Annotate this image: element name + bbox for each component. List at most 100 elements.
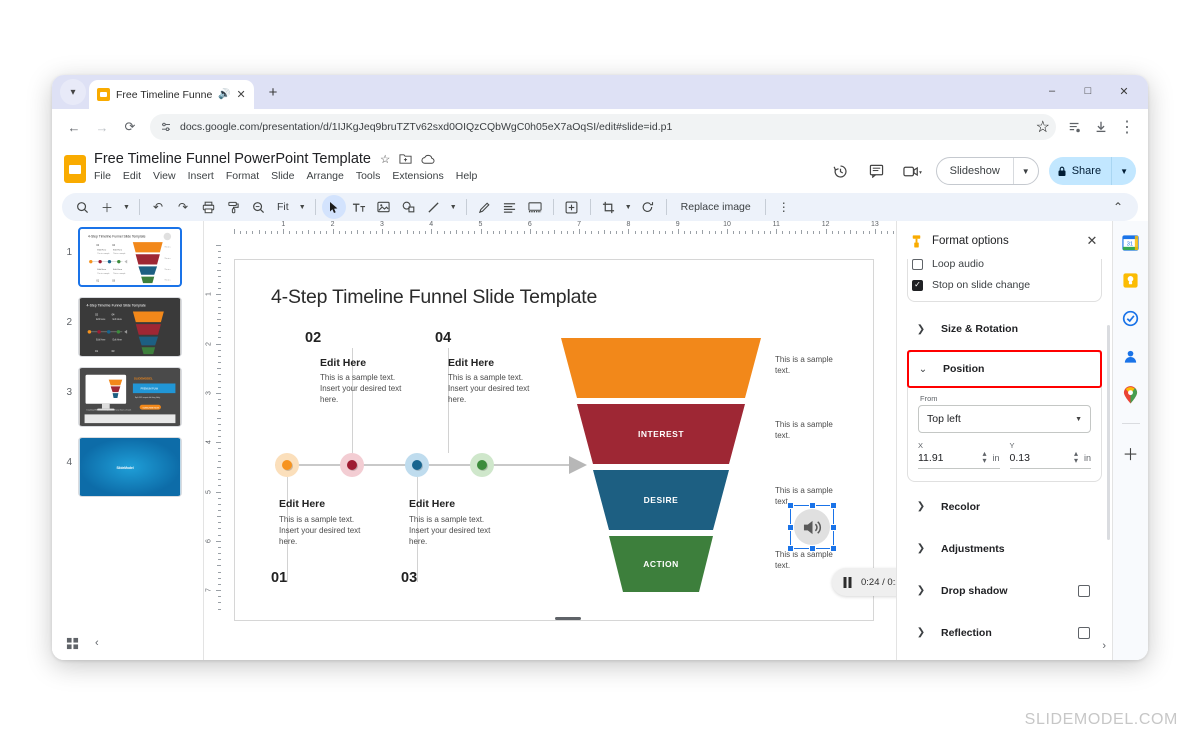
document-title[interactable]: Free Timeline Funnel PowerPoint Template <box>94 151 371 167</box>
section-adjustments[interactable]: ❯ Adjustments <box>907 532 1102 566</box>
insert-line-icon[interactable] <box>422 195 446 219</box>
new-slide-icon[interactable]: ＋ <box>95 195 119 219</box>
grid-view-icon[interactable] <box>66 637 79 650</box>
funnel-stage-2[interactable]: INTEREST <box>561 404 761 464</box>
loop-audio-checkbox[interactable] <box>912 259 923 270</box>
slide-thumbnail[interactable]: 4-Step Timeline Funnel Slide Template 02… <box>78 227 182 287</box>
pause-icon[interactable] <box>843 576 852 588</box>
meet-camera-icon[interactable]: ▾ <box>900 158 926 184</box>
resize-handle-w[interactable] <box>787 523 794 531</box>
keep-icon[interactable] <box>1121 271 1140 290</box>
share-caret-down-icon[interactable]: ▼ <box>1112 167 1136 176</box>
y-stepper-icon[interactable]: ▴ ▾ <box>1074 450 1078 465</box>
vertical-ruler[interactable]: 1 2 3 4 5 6 7 <box>204 235 222 660</box>
resize-handle-e[interactable] <box>830 523 837 531</box>
mask-image-icon[interactable] <box>636 195 660 219</box>
crop-icon[interactable] <box>597 195 621 219</box>
timeline-heading-03[interactable]: Edit Here <box>409 498 455 510</box>
section-drop-shadow[interactable]: ❯ Drop shadow <box>907 574 1102 608</box>
slide-canvas[interactable]: 4-Step Timeline Funnel Slide Template 02… <box>234 259 874 621</box>
panel-scrollbar[interactable] <box>1107 325 1110 540</box>
bookmark-star-icon[interactable]: ☆ <box>1036 117 1050 137</box>
timeline-body-04[interactable]: This is a sample text. Insert your desir… <box>448 373 544 405</box>
filmstrip-slide-2[interactable]: 2 4-Step Timeline Funnel Slide Template … <box>56 297 203 357</box>
timeline-dot-4[interactable] <box>470 453 494 477</box>
loop-audio-row[interactable]: Loop audio <box>908 259 1101 273</box>
window-maximize-button[interactable]: □ <box>1070 78 1106 104</box>
redo-icon[interactable]: ↷ <box>171 195 195 219</box>
menu-format[interactable]: Format <box>226 170 259 182</box>
reading-list-icon[interactable] <box>1062 114 1088 140</box>
new-tab-button[interactable]: + <box>260 79 286 105</box>
tab-audio-speaker-icon[interactable]: 🔊 <box>218 89 230 100</box>
transition-icon[interactable] <box>523 195 547 219</box>
add-app-icon[interactable]: ＋ <box>1121 443 1140 464</box>
funnel-caption-1[interactable]: This is a sample text. <box>775 355 837 377</box>
stop-on-slide-change-checkbox[interactable] <box>912 279 923 291</box>
x-value[interactable]: 11.91 <box>918 452 976 464</box>
menu-slide[interactable]: Slide <box>271 170 294 182</box>
format-panel-body[interactable]: Loop audio Stop on slide change ❯ Size &… <box>897 259 1112 660</box>
menu-tools[interactable]: Tools <box>356 170 381 182</box>
timeline-body-01[interactable]: This is a sample text. Insert your desir… <box>279 515 375 547</box>
select-cursor-icon[interactable] <box>321 195 346 219</box>
timeline-dot-3[interactable] <box>405 453 429 477</box>
funnel-stage-1[interactable] <box>561 338 761 398</box>
tasks-icon[interactable] <box>1121 309 1140 328</box>
pen-icon[interactable] <box>473 195 497 219</box>
more-options-icon[interactable]: ⋮ <box>772 195 796 219</box>
star-icon[interactable]: ☆ <box>380 152 390 166</box>
close-icon[interactable]: ✕ <box>1082 231 1102 251</box>
caret-down-icon[interactable]: ▼ <box>1075 416 1082 423</box>
resize-handle-s[interactable] <box>808 545 816 552</box>
forward-button[interactable]: → <box>88 113 116 141</box>
align-icon[interactable] <box>498 195 522 219</box>
menu-arrange[interactable]: Arrange <box>306 170 343 182</box>
menu-edit[interactable]: Edit <box>123 170 141 182</box>
browser-tab[interactable]: Free Timeline Funnel Power 🔊 ✕ <box>89 80 254 109</box>
menu-view[interactable]: View <box>153 170 176 182</box>
filmstrip-slide-3[interactable]: 3 SLIDEMODEL PREMIUM PLAN Split 50% expe… <box>56 367 203 427</box>
paint-format-icon[interactable] <box>221 195 245 219</box>
timeline-heading-04[interactable]: Edit Here <box>448 357 494 369</box>
address-bar[interactable]: docs.google.com/presentation/d/1IJKgJeq9… <box>150 114 1056 140</box>
undo-icon[interactable]: ↶ <box>146 195 170 219</box>
x-stepper-icon[interactable]: ▴ ▾ <box>982 450 986 465</box>
slide-thumbnail[interactable]: 4-Step Timeline Funnel Slide Template 02… <box>78 297 182 357</box>
zoom-level-label[interactable]: Fit <box>271 201 295 213</box>
audio-object[interactable] <box>787 502 837 552</box>
tab-close-icon[interactable]: ✕ <box>236 88 245 101</box>
filmstrip-slide-1[interactable]: 1 4-Step Timeline Funnel Slide Template … <box>56 227 203 287</box>
window-minimize-button[interactable]: – <box>1034 78 1070 104</box>
slide-thumbnail[interactable]: SLIDEMODEL PREMIUM PLAN Split 50% expert… <box>78 367 182 427</box>
slide-thumbnail[interactable]: SlideModel <box>78 437 182 497</box>
slide-title-text[interactable]: 4-Step Timeline Funnel Slide Template <box>271 286 597 309</box>
reflection-checkbox[interactable] <box>1078 626 1090 639</box>
position-y-field[interactable]: Y 0.13 ▴ ▾ in <box>1009 441 1091 469</box>
resize-handle-sw[interactable] <box>787 545 794 552</box>
timeline-body-03[interactable]: This is a sample text. Insert your desir… <box>409 515 505 547</box>
stop-on-slide-change-row[interactable]: Stop on slide change <box>908 273 1101 297</box>
position-from-select[interactable]: Top left ▼ <box>918 405 1091 433</box>
maps-icon[interactable] <box>1121 385 1140 404</box>
timeline-heading-01[interactable]: Edit Here <box>279 498 325 510</box>
slideshow-button[interactable]: Slideshow ▼ <box>935 157 1039 185</box>
new-slide-caret-down-icon[interactable]: ▼ <box>120 195 133 219</box>
calendar-icon[interactable]: 31 <box>1121 233 1140 252</box>
version-history-icon[interactable] <box>828 158 854 184</box>
collapse-panel-icon[interactable]: › <box>1102 640 1106 652</box>
contacts-icon[interactable] <box>1121 347 1140 366</box>
section-reflection[interactable]: ❯ Reflection <box>907 616 1102 650</box>
cloud-saved-icon[interactable] <box>421 154 436 165</box>
back-button[interactable]: ← <box>60 113 88 141</box>
resize-handle-ne[interactable] <box>830 502 837 509</box>
print-icon[interactable] <box>196 195 220 219</box>
audio-player[interactable]: 0:24 / 0:27 ⋮ <box>832 568 896 596</box>
resize-handle-n[interactable] <box>808 502 816 509</box>
funnel-stage-4[interactable]: ACTION <box>561 536 761 592</box>
resize-handle-nw[interactable] <box>787 502 794 509</box>
insert-shape-icon[interactable] <box>397 195 421 219</box>
search-icon[interactable] <box>70 195 94 219</box>
section-recolor[interactable]: ❯ Recolor <box>907 490 1102 524</box>
menu-extensions[interactable]: Extensions <box>392 170 443 182</box>
